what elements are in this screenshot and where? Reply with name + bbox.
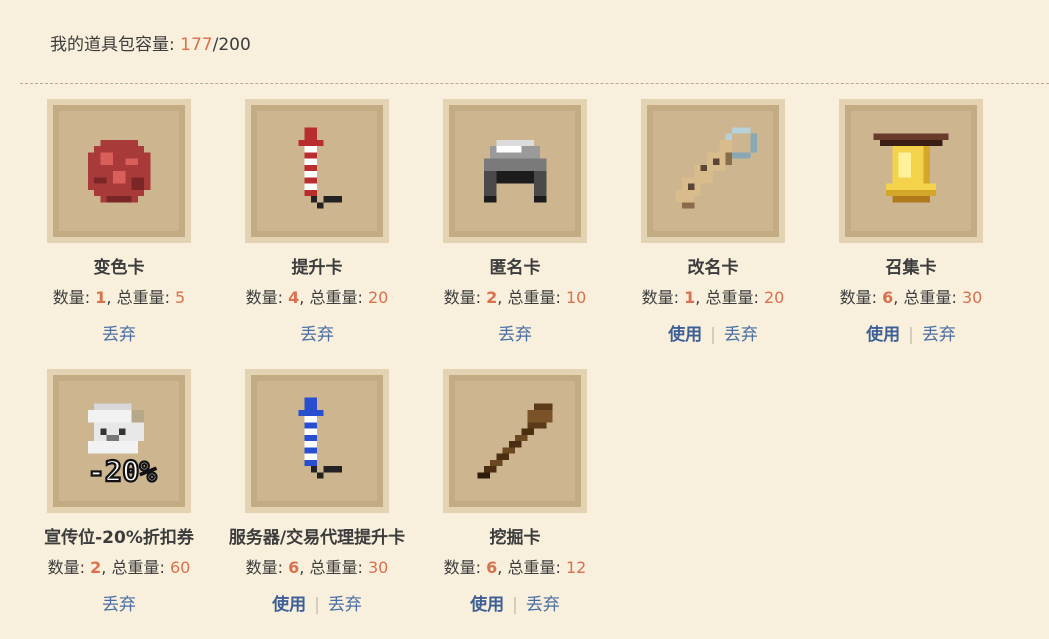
red-dye-icon — [87, 139, 151, 203]
item-name: 匿名卡 — [489, 258, 541, 278]
item-card: -20% 宣传位-20%折扣券 数量: 2, 总重量: 60 丢弃 — [20, 369, 218, 639]
item-quantity: 数量: 4, 总重量: 20 — [245, 288, 389, 307]
item-frame[interactable] — [47, 99, 191, 243]
item-weight: 30 — [367, 558, 389, 577]
divider — [20, 83, 1049, 84]
item-quantity: 数量: 6, 总重量: 12 — [443, 558, 587, 577]
drop-button[interactable]: 丢弃 — [300, 325, 334, 345]
capacity-used: 177 — [180, 35, 213, 55]
action-separator: | — [512, 595, 518, 615]
item-frame[interactable] — [245, 99, 389, 243]
discount-coupon-icon: -20% — [86, 403, 159, 490]
item-frame[interactable] — [443, 99, 587, 243]
item-weight: 10 — [565, 288, 587, 307]
item-frame[interactable] — [245, 369, 389, 513]
item-quantity: 数量: 1, 总重量: 5 — [52, 288, 186, 307]
item-card: 匿名卡 数量: 2, 总重量: 10 丢弃 — [416, 99, 614, 369]
item-name: 宣传位-20%折扣券 — [44, 528, 194, 548]
shovel-icon — [477, 403, 553, 479]
item-count: 1 — [95, 288, 107, 307]
helmet-icon — [483, 139, 547, 203]
item-card: 改名卡 数量: 1, 总重量: 20 使用 | 丢弃 — [614, 99, 812, 369]
item-count: 4 — [288, 288, 300, 307]
item-count: 2 — [486, 288, 498, 307]
item-card: 提升卡 数量: 4, 总重量: 20 丢弃 — [218, 99, 416, 369]
item-count: 2 — [90, 558, 102, 577]
item-count: 6 — [882, 288, 894, 307]
item-count: 6 — [288, 558, 300, 577]
item-quantity: 数量: 2, 总重量: 10 — [443, 288, 587, 307]
action-separator: | — [314, 595, 320, 615]
drop-button[interactable]: 丢弃 — [328, 595, 362, 615]
item-name: 变色卡 — [93, 258, 145, 278]
item-count: 1 — [684, 288, 696, 307]
item-card: 服务器/交易代理提升卡 数量: 6, 总重量: 30 使用 | 丢弃 — [218, 369, 416, 639]
item-card: 召集卡 数量: 6, 总重量: 30 使用 | 丢弃 — [812, 99, 1010, 369]
item-grid: 变色卡 数量: 1, 总重量: 5 丢弃 提升卡 数量: 4, 总重量: 20 … — [20, 99, 1020, 639]
action-separator: | — [908, 325, 914, 345]
item-actions: 丢弃 — [498, 320, 532, 345]
drop-button[interactable]: 丢弃 — [724, 325, 758, 345]
item-actions: 使用 | 丢弃 — [272, 590, 362, 615]
item-frame[interactable]: -20% — [47, 369, 191, 513]
item-weight: 20 — [367, 288, 389, 307]
item-frame[interactable] — [839, 99, 983, 243]
item-actions: 丢弃 — [102, 590, 136, 615]
action-separator: | — [710, 325, 716, 345]
svg-text:-20%: -20% — [88, 455, 158, 489]
bell-icon — [873, 133, 949, 203]
item-weight: 12 — [565, 558, 587, 577]
item-card: 挖掘卡 数量: 6, 总重量: 12 使用 | 丢弃 — [416, 369, 614, 639]
drop-button[interactable]: 丢弃 — [498, 325, 532, 345]
item-actions: 使用 | 丢弃 — [866, 320, 956, 345]
use-button[interactable]: 使用 — [272, 595, 306, 615]
red-firework-icon — [298, 127, 342, 209]
item-actions: 使用 | 丢弃 — [470, 590, 560, 615]
item-quantity: 数量: 6, 总重量: 30 — [839, 288, 983, 307]
item-actions: 丢弃 — [102, 320, 136, 345]
item-quantity: 数量: 2, 总重量: 60 — [47, 558, 191, 577]
item-card: 变色卡 数量: 1, 总重量: 5 丢弃 — [20, 99, 218, 369]
item-frame[interactable] — [641, 99, 785, 243]
item-name: 召集卡 — [885, 258, 937, 278]
item-weight: 20 — [763, 288, 785, 307]
item-name: 服务器/交易代理提升卡 — [228, 528, 406, 548]
item-weight: 5 — [175, 288, 186, 307]
item-actions: 丢弃 — [300, 320, 334, 345]
blue-firework-icon — [298, 397, 342, 479]
drop-button[interactable]: 丢弃 — [526, 595, 560, 615]
item-name: 提升卡 — [291, 258, 343, 278]
drop-button[interactable]: 丢弃 — [102, 325, 136, 345]
drop-button[interactable]: 丢弃 — [102, 595, 136, 615]
item-weight: 30 — [961, 288, 983, 307]
bag-capacity: 我的道具包容量: 177/200 — [50, 30, 251, 55]
item-count: 6 — [486, 558, 498, 577]
item-quantity: 数量: 1, 总重量: 20 — [641, 288, 785, 307]
item-quantity: 数量: 6, 总重量: 30 — [245, 558, 389, 577]
drop-button[interactable]: 丢弃 — [922, 325, 956, 345]
capacity-total: 200 — [218, 35, 251, 55]
use-button[interactable]: 使用 — [866, 325, 900, 345]
use-button[interactable]: 使用 — [470, 595, 504, 615]
item-weight: 60 — [169, 558, 191, 577]
capacity-label: 我的道具包容量: — [50, 35, 181, 55]
item-name: 挖掘卡 — [489, 528, 541, 548]
item-name: 改名卡 — [687, 258, 739, 278]
use-button[interactable]: 使用 — [668, 325, 702, 345]
item-frame[interactable] — [443, 369, 587, 513]
item-actions: 使用 | 丢弃 — [668, 320, 758, 345]
name-tag-icon — [675, 127, 757, 209]
